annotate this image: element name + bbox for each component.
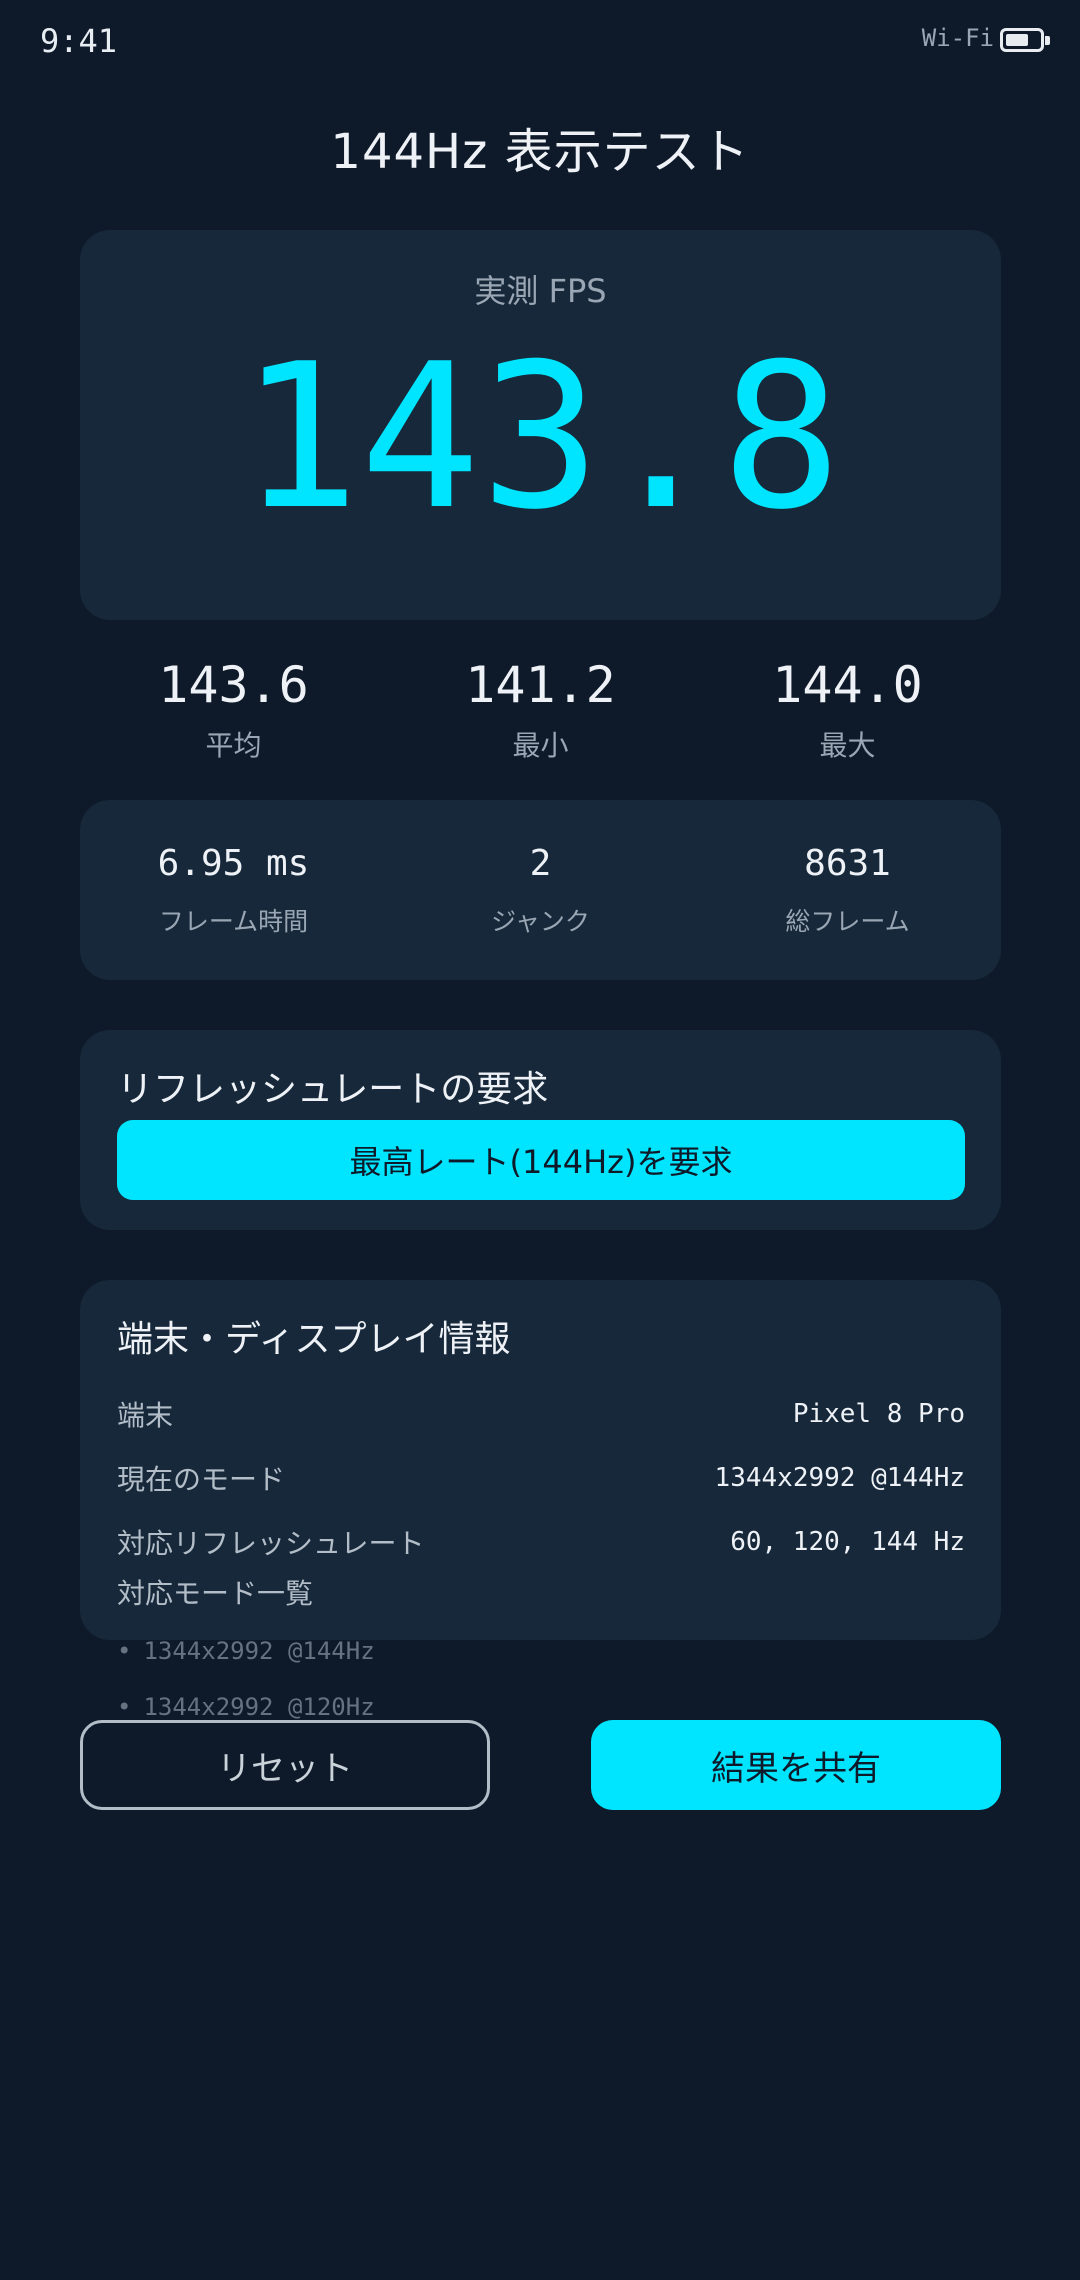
stat-label: 平均 xyxy=(205,729,262,762)
info-value: 60, 120, 144 Hz xyxy=(730,1527,965,1557)
stats-row: 143.6 平均 141.2 最小 144.0 最大 xyxy=(80,652,1001,762)
mode-text: 1344x2992 @144Hz xyxy=(143,1637,375,1665)
total-frames-label: 総フレーム xyxy=(785,907,910,936)
bullet-icon: • xyxy=(117,1637,132,1665)
info-value: 1344x2992 @144Hz xyxy=(714,1463,965,1493)
device-info-title: 端末・ディスプレイ情報 xyxy=(117,1319,511,1360)
info-value: Pixel 8 Pro xyxy=(792,1399,965,1429)
stat-average: 143.6 平均 xyxy=(80,652,387,762)
action-buttons: リセット 結果を共有 xyxy=(80,1720,1001,1810)
stat-minimum: 141.2 最小 xyxy=(387,652,694,762)
request-max-rate-button[interactable]: 最高レート(144Hz)を要求 xyxy=(117,1120,965,1200)
frame-stats-card: 6.95 ms フレーム時間 2 ジャンク 8631 総フレーム xyxy=(80,800,1001,980)
reset-button[interactable]: リセット xyxy=(80,1720,490,1810)
bullet-icon: • xyxy=(117,1693,132,1721)
share-results-button[interactable]: 結果を共有 xyxy=(591,1720,1001,1810)
battery-level xyxy=(1006,34,1029,46)
fps-label: 実測 FPS xyxy=(474,272,607,310)
list-item: • 1344x2992 @144Hz xyxy=(117,1636,717,1692)
status-bar: 9:41 Wi-Fi xyxy=(0,0,1080,84)
wifi-indicator: Wi-Fi xyxy=(921,24,994,52)
jank-stat: 2 ジャンク xyxy=(387,800,694,980)
refresh-request-title: リフレッシュレートの要求 xyxy=(117,1069,549,1110)
stat-label: 最大 xyxy=(819,729,876,762)
total-frames-value: 8631 xyxy=(804,843,891,884)
info-label: 端末 xyxy=(117,1399,174,1432)
stat-label: 最小 xyxy=(512,729,569,762)
stat-value: 144.0 xyxy=(772,656,923,714)
info-row-current-mode: 現在のモード 1344x2992 @144Hz xyxy=(117,1458,965,1498)
stat-value: 143.6 xyxy=(158,656,309,714)
stat-value: 141.2 xyxy=(465,656,616,714)
supported-modes-title: 対応モード一覧 xyxy=(117,1577,314,1610)
info-row-device: 端末 Pixel 8 Pro xyxy=(117,1394,965,1434)
refresh-request-card: リフレッシュレートの要求 最高レート(144Hz)を要求 xyxy=(80,1030,1001,1230)
battery-icon xyxy=(1000,28,1050,52)
stat-maximum: 144.0 最大 xyxy=(694,652,1001,762)
frame-time-value: 6.95 ms xyxy=(157,843,310,884)
page-title: 144Hz 表示テスト xyxy=(330,124,750,180)
device-info-card: 端末・ディスプレイ情報 端末 Pixel 8 Pro 現在のモード 1344x2… xyxy=(80,1280,1001,1640)
fps-card: 実測 FPS 143.8 xyxy=(80,230,1001,620)
mode-text: 1344x2992 @120Hz xyxy=(143,1693,375,1721)
frame-time-label: フレーム時間 xyxy=(158,907,309,936)
total-frames-stat: 8631 総フレーム xyxy=(694,800,1001,980)
jank-label: ジャンク xyxy=(491,907,590,936)
frame-time-stat: 6.95 ms フレーム時間 xyxy=(80,800,387,980)
status-time: 9:41 xyxy=(40,22,118,60)
info-label: 現在のモード xyxy=(117,1463,286,1496)
fps-value: 143.8 xyxy=(239,321,842,554)
info-row-supported-rates: 対応リフレッシュレート 60, 120, 144 Hz xyxy=(117,1522,965,1562)
info-label: 対応リフレッシュレート xyxy=(117,1527,425,1560)
jank-value: 2 xyxy=(529,843,552,884)
